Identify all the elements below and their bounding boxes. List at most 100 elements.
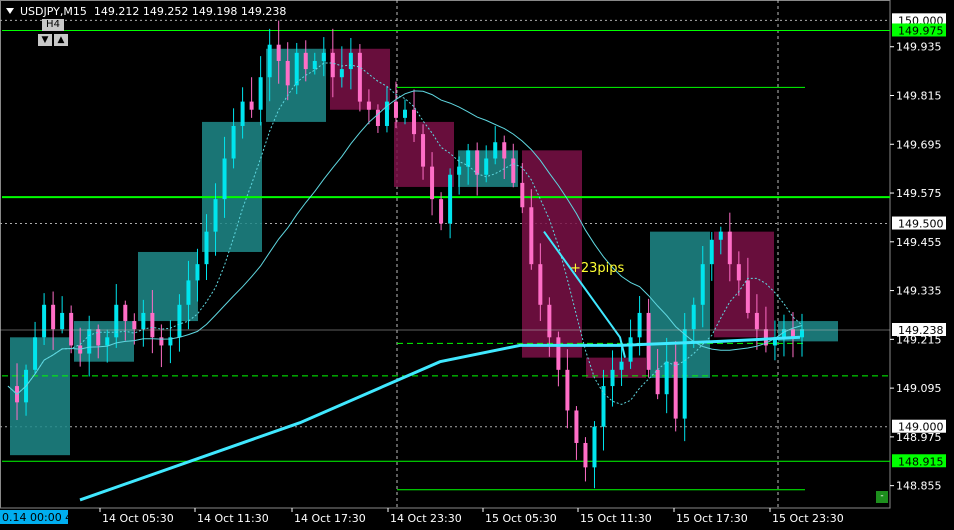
candle-body — [141, 312, 146, 330]
candle-body — [646, 312, 651, 370]
candle-body — [466, 150, 471, 167]
candle-body — [348, 52, 353, 70]
candle-body — [583, 442, 588, 468]
y-tick-label: 149.815 — [896, 90, 942, 103]
candle-body — [556, 337, 561, 370]
candle-body — [529, 207, 534, 265]
candle-body — [511, 158, 516, 183]
candle-body — [709, 239, 714, 265]
ohlc-open: 149.212 — [93, 5, 140, 18]
candle-body — [231, 125, 236, 159]
candle-body — [664, 361, 669, 395]
candle-body — [403, 109, 407, 118]
candle-body — [186, 280, 191, 305]
x-tick-label: 15 Oct 11:30 — [580, 512, 652, 525]
candle-body — [736, 264, 741, 281]
price-tag-label: 149.975 — [898, 24, 944, 37]
candle-body — [87, 329, 92, 354]
candle-body — [727, 231, 732, 265]
candle-body — [204, 231, 209, 265]
y-tick-label: 149.455 — [896, 236, 942, 249]
collapse-button[interactable]: - — [876, 491, 888, 503]
price-tag-label: 148.915 — [898, 455, 944, 468]
candle-body — [330, 52, 335, 78]
price-chart[interactable]: +23pips 149.935 149.815 149.695 149.575 149.4… — [0, 0, 954, 530]
candle-body — [484, 158, 489, 175]
candle-body — [42, 304, 47, 338]
candle-body — [267, 44, 272, 78]
candle-body — [673, 361, 678, 419]
candle-body — [222, 158, 227, 200]
candle-body — [60, 312, 65, 330]
cursor-time-label: 0.14 00:00 4 — [2, 511, 72, 524]
candle-body — [538, 264, 543, 305]
timeframe-down-icon[interactable]: ▼ — [38, 34, 52, 46]
candle-body — [258, 77, 263, 110]
candle-body — [574, 410, 579, 443]
candle-body — [637, 312, 642, 338]
x-tick-label: 14 Oct 23:30 — [390, 512, 462, 525]
candle-body — [448, 174, 453, 224]
candle-body — [493, 142, 498, 159]
ohlc-close: 149.238 — [240, 5, 287, 18]
candle-body — [303, 52, 308, 70]
x-tick-label: 15 Oct 05:30 — [485, 512, 557, 525]
y-tick-label: 149.695 — [896, 138, 942, 151]
candle-body — [96, 329, 101, 346]
candle-body — [800, 329, 804, 338]
candle-body — [457, 166, 462, 175]
candle-body — [718, 231, 723, 240]
candle-body — [249, 101, 254, 110]
candle-body — [691, 304, 696, 330]
candle-body — [421, 134, 426, 167]
candle-body — [547, 304, 552, 338]
y-tick-label: 149.335 — [896, 285, 942, 298]
timeframe-panel: H4 ▼ ▲ — [38, 19, 70, 47]
ohlc-high: 149.252 — [142, 5, 189, 18]
candle-body — [321, 52, 326, 61]
candle-body — [592, 426, 597, 468]
candle-body — [294, 52, 299, 86]
candle-body — [375, 109, 380, 126]
candle-body — [601, 386, 606, 427]
candle-body — [439, 199, 444, 224]
candle-body — [366, 101, 371, 110]
candle-body — [745, 280, 750, 313]
candle-body — [51, 304, 56, 330]
price-tag-label: 149.500 — [898, 218, 944, 231]
higher-timeframe-label: H4 — [42, 19, 64, 31]
x-tick-label: 14 Oct 11:30 — [197, 512, 269, 525]
candle-body — [240, 101, 245, 126]
candle-body — [285, 60, 290, 86]
candle-body — [412, 109, 417, 135]
y-tick-label: 149.935 — [896, 41, 942, 54]
candle-body — [610, 369, 615, 387]
candle-body — [430, 166, 435, 200]
x-tick-label: 15 Oct 17:30 — [676, 512, 748, 525]
h4-candle-box — [586, 357, 646, 378]
pips-annotation: +23pips — [570, 261, 625, 276]
candle-body — [123, 304, 128, 322]
candle-body — [69, 312, 74, 346]
candle-body — [628, 337, 633, 362]
y-tick-label: 149.575 — [896, 187, 942, 200]
candle-body — [159, 337, 164, 346]
y-tick-label: 149.095 — [896, 382, 942, 395]
candle-body — [177, 304, 182, 338]
x-tick-label: 15 Oct 23:30 — [772, 512, 844, 525]
candle-body — [565, 369, 570, 411]
timeframe-up-icon[interactable]: ▲ — [54, 34, 68, 46]
candle-body — [312, 60, 317, 70]
x-tick-label: 14 Oct 17:30 — [294, 512, 366, 525]
candle-body — [276, 44, 281, 61]
candle-body — [700, 264, 705, 305]
candle-body — [213, 199, 218, 232]
candle-body — [105, 337, 110, 346]
dropdown-triangle-icon[interactable] — [6, 8, 14, 14]
x-tick-label: 14 Oct 05:30 — [102, 512, 174, 525]
candle-body — [132, 321, 137, 330]
y-tick-label: 148.855 — [896, 480, 942, 493]
candle-body — [754, 312, 759, 330]
current-price-label: 149.238 — [898, 324, 944, 337]
candle-body — [150, 312, 155, 338]
